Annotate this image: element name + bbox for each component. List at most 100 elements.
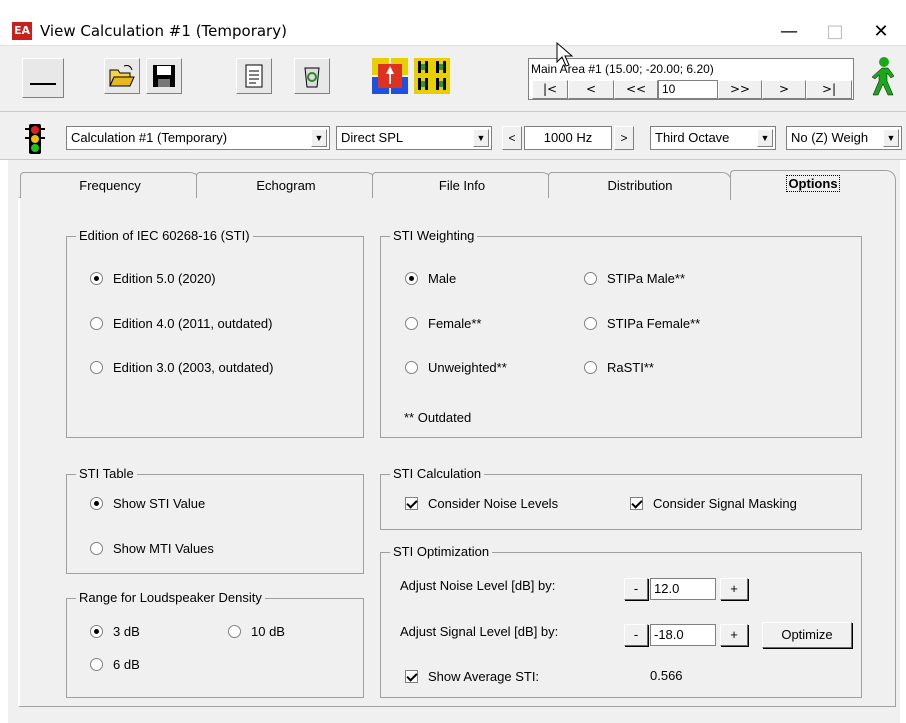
weighting-group-title: STI Weighting <box>390 228 478 243</box>
nav-prev-fast-button[interactable]: << <box>614 80 658 99</box>
weighting-select[interactable]: No (Z) Weigh ▼ <box>786 126 902 150</box>
floppy-icon <box>153 65 175 87</box>
density-10db-option[interactable]: 10 dB <box>228 624 285 639</box>
density-6db-label: 6 dB <box>113 657 140 672</box>
average-sti-value: 0.566 <box>650 668 683 683</box>
radio-icon <box>405 272 418 285</box>
noise-plus-button[interactable]: + <box>720 578 748 600</box>
minimize-view-button[interactable] <box>22 58 64 98</box>
show-sti-value-option[interactable]: Show STI Value <box>90 496 205 511</box>
weighting-unweighted-label: Unweighted** <box>428 360 507 375</box>
radio-icon <box>405 317 418 330</box>
outdated-note: ** Outdated <box>404 410 472 425</box>
edition-3-label: Edition 3.0 (2003, outdated) <box>113 360 274 375</box>
weighting-female-label: Female** <box>428 316 482 331</box>
save-button[interactable] <box>146 58 182 94</box>
walking-man-icon <box>871 57 895 96</box>
dropdown-arrow-icon: ▼ <box>311 129 327 147</box>
weighting-stipa-female-option[interactable]: STIPa Female** <box>584 316 700 331</box>
nav-next-fast-button[interactable]: >> <box>718 80 762 99</box>
grid-map-button[interactable] <box>414 58 450 94</box>
nav-last-button[interactable]: >| <box>806 80 852 99</box>
mode-select[interactable]: Direct SPL ▼ <box>336 126 492 150</box>
tab-frequency[interactable]: Frequency <box>20 172 200 198</box>
tab-options-label: Options <box>786 175 840 192</box>
nav-first-button[interactable]: |< <box>532 80 568 99</box>
tab-options[interactable]: Options <box>730 170 896 200</box>
weighting-stipa-female-label: STIPa Female** <box>607 316 701 331</box>
edition-3-option[interactable]: Edition 3.0 (2003, outdated) <box>90 360 273 375</box>
density-3db-label: 3 dB <box>113 624 140 639</box>
density-3db-option[interactable]: 3 dB <box>90 624 140 639</box>
signal-level-label: Adjust Signal Level [dB] by: <box>400 624 559 639</box>
sti-table-group-title: STI Table <box>76 466 137 481</box>
weighting-male-option[interactable]: Male <box>405 271 456 286</box>
nav-prev-button[interactable]: < <box>568 80 614 99</box>
color-map-icon <box>372 58 408 94</box>
freq-prev-button[interactable]: < <box>502 126 522 150</box>
tab-echogram[interactable]: Echogram <box>196 172 376 198</box>
noise-level-field[interactable]: 12.0 <box>650 578 716 600</box>
checkbox-icon <box>405 497 418 510</box>
radio-icon <box>584 272 597 285</box>
radio-icon <box>584 361 597 374</box>
edition-4-option[interactable]: Edition 4.0 (2011, outdated) <box>90 316 273 331</box>
radio-icon <box>405 361 418 374</box>
radio-icon <box>90 658 103 671</box>
weighting-select-value: No (Z) Weigh <box>791 130 869 145</box>
weighting-female-option[interactable]: Female** <box>405 316 481 331</box>
mouse-cursor-icon <box>556 41 576 70</box>
signal-level-field[interactable]: -18.0 <box>650 624 716 646</box>
checkbox-icon <box>405 670 418 683</box>
grid-map-icon <box>414 58 450 94</box>
radio-icon <box>90 317 103 330</box>
consider-masking-checkbox[interactable]: Consider Signal Masking <box>630 496 797 511</box>
band-select-value: Third Octave <box>655 130 730 145</box>
folder-open-icon <box>109 65 135 87</box>
notepad-icon <box>245 64 263 88</box>
dropdown-arrow-icon: ▼ <box>473 129 489 147</box>
signal-minus-button[interactable]: - <box>624 624 648 646</box>
edition-group-title: Edition of IEC 60268-16 (STI) <box>76 228 253 243</box>
edition-group <box>66 236 364 438</box>
app-icon: EA <box>12 22 32 40</box>
show-average-sti-checkbox[interactable]: Show Average STI: <box>405 669 539 684</box>
band-select[interactable]: Third Octave ▼ <box>650 126 776 150</box>
minimize-button[interactable]: — <box>766 18 812 46</box>
sti-optimization-group-title: STI Optimization <box>390 544 493 559</box>
radio-icon <box>584 317 597 330</box>
sti-calculation-group-title: STI Calculation <box>390 466 485 481</box>
recycle-button[interactable] <box>294 58 330 94</box>
radio-icon <box>228 625 241 638</box>
open-button[interactable] <box>104 58 140 94</box>
notes-button[interactable] <box>236 58 272 94</box>
weighting-unweighted-option[interactable]: Unweighted** <box>405 360 507 375</box>
show-sti-value-label: Show STI Value <box>113 496 206 511</box>
frequency-field[interactable]: 1000 Hz <box>524 126 612 150</box>
calculation-select-value: Calculation #1 (Temporary) <box>71 130 228 145</box>
optimize-button[interactable]: Optimize <box>762 622 852 648</box>
show-mti-values-option[interactable]: Show MTI Values <box>90 541 214 556</box>
tab-distribution[interactable]: Distribution <box>548 172 732 198</box>
show-average-sti-label: Show Average STI: <box>428 669 540 684</box>
weighting-rasti-option[interactable]: RaSTI** <box>584 360 654 375</box>
position-field[interactable]: 10 <box>658 80 718 99</box>
density-group-title: Range for Loudspeaker Density <box>76 590 265 605</box>
dropdown-arrow-icon: ▼ <box>757 129 773 147</box>
signal-plus-button[interactable]: + <box>720 624 748 646</box>
color-map-button[interactable] <box>372 58 408 94</box>
tab-file-info[interactable]: File Info <box>372 172 552 198</box>
noise-minus-button[interactable]: - <box>624 578 648 600</box>
edition-5-option[interactable]: Edition 5.0 (2020) <box>90 271 216 286</box>
freq-next-button[interactable]: > <box>614 126 634 150</box>
consider-noise-checkbox[interactable]: Consider Noise Levels <box>405 496 558 511</box>
walking-man-button[interactable] <box>866 56 900 100</box>
nav-next-button[interactable]: > <box>762 80 806 99</box>
window-title: View Calculation #1 (Temporary) <box>40 22 287 40</box>
weighting-group <box>380 236 862 438</box>
weighting-stipa-male-option[interactable]: STIPa Male** <box>584 271 685 286</box>
close-button[interactable]: ✕ <box>858 18 904 46</box>
calculation-select[interactable]: Calculation #1 (Temporary) ▼ <box>66 126 330 150</box>
density-6db-option[interactable]: 6 dB <box>90 657 140 672</box>
maximize-button[interactable]: □ <box>812 18 858 46</box>
